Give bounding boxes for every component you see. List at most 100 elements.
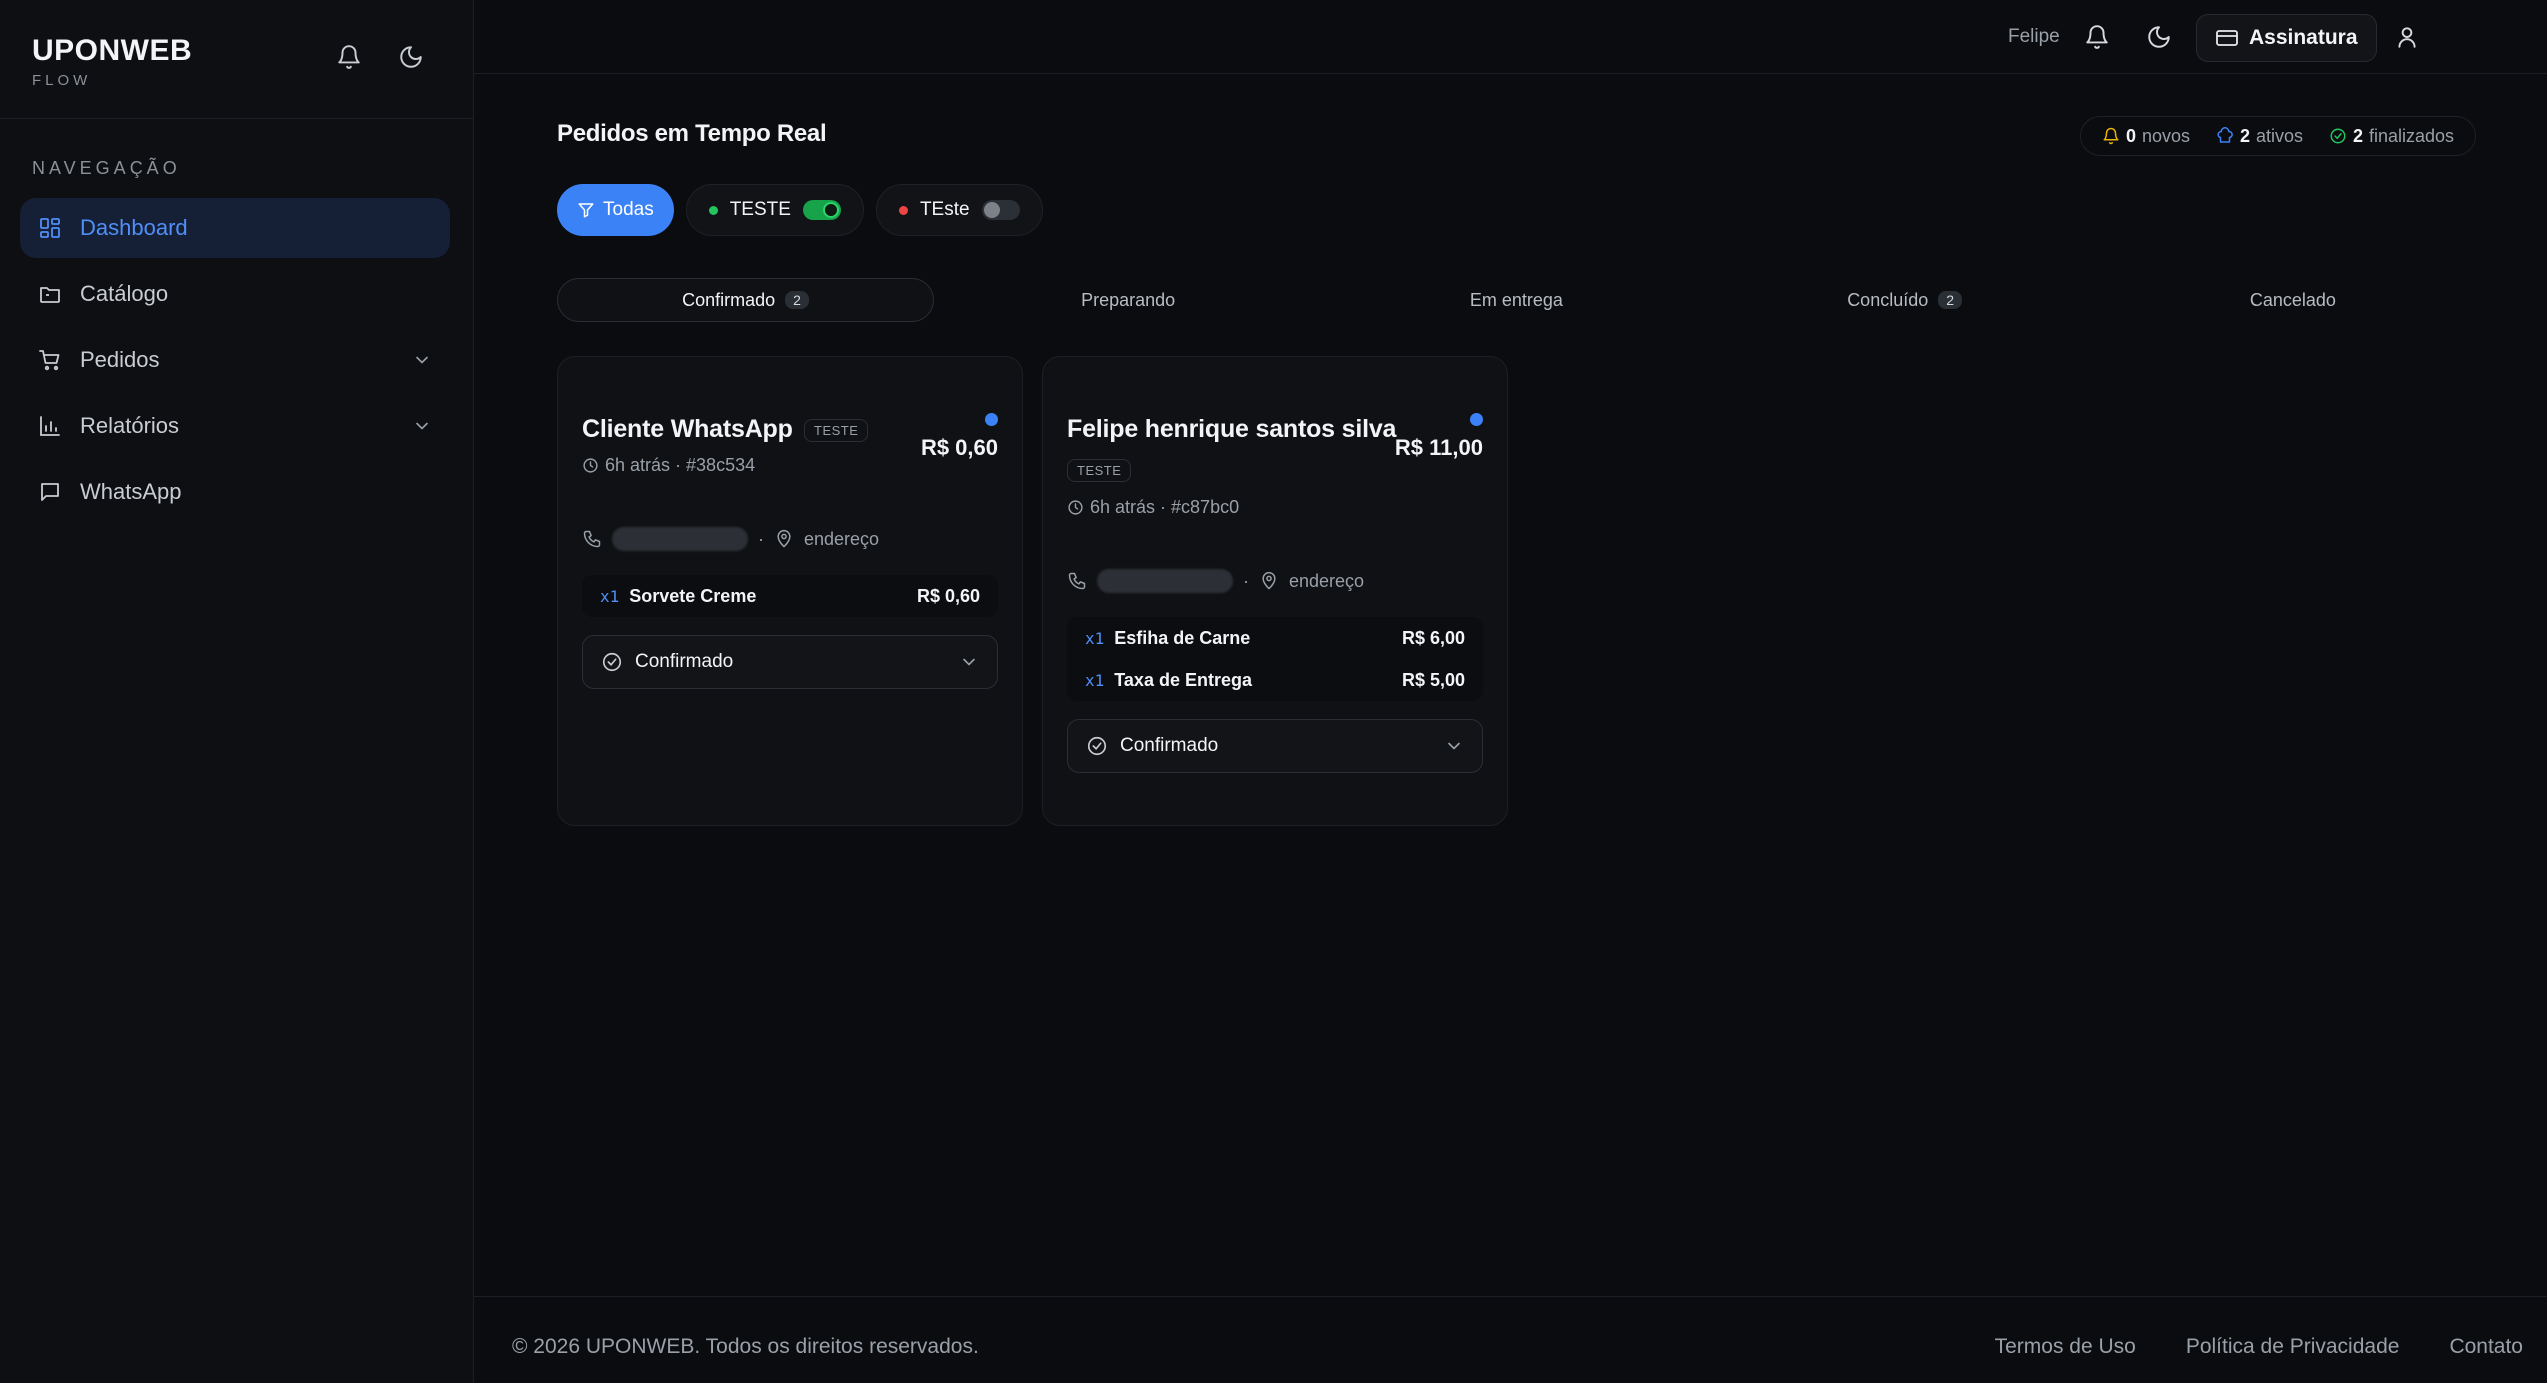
bell-icon bbox=[2102, 127, 2120, 145]
stat-done-label: finalizados bbox=[2368, 125, 2455, 146]
order-items: x1 Sorvete Creme R$ 0,60 bbox=[582, 575, 998, 617]
sidebar-item-dashboard[interactable]: Dashboard bbox=[20, 198, 450, 258]
bell-icon[interactable] bbox=[336, 44, 362, 70]
sidebar-item-label: Dashboard bbox=[80, 215, 188, 240]
customer-contact: · endereço bbox=[582, 527, 879, 551]
status-select[interactable]: Confirmado bbox=[582, 635, 998, 689]
chef-hat-icon bbox=[2216, 127, 2234, 145]
stat-active-count: 2 bbox=[2239, 125, 2250, 146]
top-bar: Felipe Assinatura bbox=[474, 0, 2547, 74]
order-meta: 6h atrás · #38c534 bbox=[582, 455, 755, 476]
sidebar-nav: Dashboard Catálogo Pedidos Relatórios Wh… bbox=[20, 198, 450, 528]
catalog-icon bbox=[38, 282, 62, 306]
nav-title: NAVEGAÇÃO bbox=[32, 158, 181, 178]
filter-chip-teste[interactable]: TESTE bbox=[685, 184, 864, 236]
sidebar-item-orders[interactable]: Pedidos bbox=[20, 330, 450, 390]
order-card[interactable]: Felipe henrique santos silva R$ 11,00 TE… bbox=[1042, 356, 1508, 826]
phone-redacted bbox=[612, 527, 748, 551]
contact-link[interactable]: Contato bbox=[2449, 1335, 2523, 1359]
order-item: x1 Esfiha de Carne R$ 6,00 bbox=[1067, 617, 1483, 659]
sidebar: UPONWEB FLOW NAVEGAÇÃO Dashboard Catálog… bbox=[0, 0, 474, 1383]
privacy-link[interactable]: Política de Privacidade bbox=[2186, 1335, 2400, 1359]
address-link[interactable]: endereço bbox=[804, 529, 879, 550]
tab-preparing[interactable]: Preparando bbox=[934, 278, 1322, 322]
tab-label: Preparando bbox=[1081, 289, 1176, 310]
sidebar-item-label: Catálogo bbox=[80, 281, 169, 306]
order-meta: 6h atrás · #c87bc0 bbox=[1067, 497, 1239, 518]
tab-label: Confirmado bbox=[682, 289, 776, 310]
tab-delivering[interactable]: Em entrega bbox=[1322, 278, 1710, 322]
store-toggle[interactable] bbox=[981, 200, 1020, 220]
customer-name: Felipe henrique santos silva bbox=[1067, 415, 1397, 443]
brand-logo[interactable]: UPONWEB FLOW bbox=[32, 34, 192, 89]
clock-icon bbox=[1067, 499, 1084, 516]
separator: · bbox=[758, 528, 764, 549]
bar-chart-icon bbox=[38, 414, 62, 438]
bell-icon[interactable] bbox=[2084, 24, 2110, 50]
copyright: © 2026 UPONWEB. Todos os direitos reserv… bbox=[512, 1335, 979, 1358]
message-icon bbox=[38, 480, 62, 504]
address-link[interactable]: endereço bbox=[1289, 571, 1364, 592]
item-price: R$ 0,60 bbox=[916, 585, 980, 606]
status-select-value: Confirmado bbox=[635, 651, 734, 672]
stat-new: 0 novos bbox=[2102, 126, 2190, 147]
order-total: R$ 0,60 bbox=[920, 435, 998, 460]
filter-icon bbox=[577, 201, 595, 219]
customer-contact: · endereço bbox=[1067, 569, 1364, 593]
tab-cancelled[interactable]: Cancelado bbox=[2099, 278, 2487, 322]
item-qty: x1 bbox=[600, 586, 620, 606]
status-dot bbox=[708, 205, 718, 215]
tab-label: Concluído bbox=[1847, 289, 1929, 310]
moon-icon[interactable] bbox=[398, 44, 424, 70]
order-card[interactable]: Cliente WhatsApp TESTE R$ 0,60 6h atrás … bbox=[557, 356, 1023, 826]
dashboard-icon bbox=[38, 216, 62, 240]
item-name: Taxa de Entrega bbox=[1114, 669, 1252, 690]
stat-done: 2 finalizados bbox=[2329, 126, 2454, 147]
chevron-down-icon bbox=[412, 350, 432, 370]
item-price: R$ 5,00 bbox=[1401, 669, 1465, 690]
tab-badge: 2 bbox=[785, 291, 809, 309]
chevron-down-icon bbox=[1444, 736, 1464, 756]
filter-all-button[interactable]: Todas bbox=[557, 184, 674, 236]
footer-links: Termos de Uso Política de Privacidade Co… bbox=[1995, 1335, 2523, 1359]
status-tabs: Confirmado 2 Preparando Em entrega Concl… bbox=[557, 278, 2487, 322]
sidebar-item-catalog[interactable]: Catálogo bbox=[20, 264, 450, 324]
new-order-dot bbox=[1470, 413, 1483, 426]
map-pin-icon bbox=[1259, 571, 1279, 591]
subscription-button[interactable]: Assinatura bbox=[2196, 14, 2377, 62]
tab-badge: 2 bbox=[1938, 291, 1963, 309]
separator: · bbox=[1243, 570, 1249, 591]
status-select[interactable]: Confirmado bbox=[1067, 719, 1483, 773]
order-items: x1 Esfiha de Carne R$ 6,00 x1 Taxa de En… bbox=[1067, 617, 1483, 701]
tab-label: Em entrega bbox=[1469, 289, 1563, 310]
chevron-down-icon bbox=[412, 416, 432, 436]
sidebar-item-label: Pedidos bbox=[80, 347, 160, 372]
stat-new-count: 0 bbox=[2125, 125, 2136, 146]
filter-chip-teste-2[interactable]: TEste bbox=[875, 184, 1043, 236]
tab-completed[interactable]: Concluído 2 bbox=[1711, 278, 2099, 322]
tab-label: Cancelado bbox=[2249, 289, 2336, 310]
store-toggle[interactable] bbox=[802, 200, 841, 220]
user-icon[interactable] bbox=[2394, 24, 2420, 50]
filter-chip-label: TESTE bbox=[729, 199, 791, 220]
sidebar-item-label: WhatsApp bbox=[80, 479, 182, 504]
cart-icon bbox=[38, 348, 62, 372]
moon-icon[interactable] bbox=[2146, 24, 2172, 50]
brand-sub: FLOW bbox=[32, 72, 92, 89]
sidebar-item-whatsapp[interactable]: WhatsApp bbox=[20, 462, 450, 522]
item-price: R$ 6,00 bbox=[1401, 627, 1465, 648]
sidebar-divider bbox=[0, 118, 474, 119]
check-circle-icon bbox=[1086, 735, 1108, 757]
stat-done-count: 2 bbox=[2352, 125, 2363, 146]
customer-name: Cliente WhatsApp bbox=[582, 415, 793, 443]
filter-all-label: Todas bbox=[603, 199, 654, 220]
check-circle-icon bbox=[2329, 127, 2347, 145]
order-stats: 0 novos 2 ativos 2 finalizados bbox=[2080, 116, 2476, 156]
sidebar-actions bbox=[336, 44, 424, 70]
sidebar-item-reports[interactable]: Relatórios bbox=[20, 396, 450, 456]
order-item: x1 Sorvete Creme R$ 0,60 bbox=[582, 575, 998, 617]
item-name: Esfiha de Carne bbox=[1114, 627, 1251, 648]
terms-link[interactable]: Termos de Uso bbox=[1995, 1335, 2136, 1359]
store-tag: TESTE bbox=[1067, 459, 1132, 482]
tab-confirmed[interactable]: Confirmado 2 bbox=[557, 278, 934, 322]
